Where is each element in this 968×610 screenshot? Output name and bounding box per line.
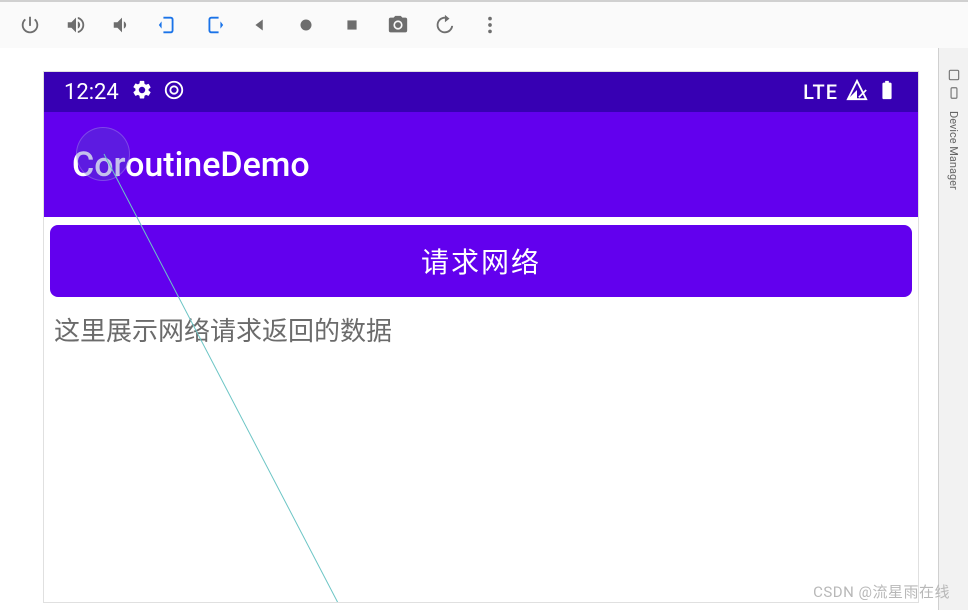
record-icon[interactable] [294, 13, 318, 37]
app-title: CoroutineDemo [72, 145, 310, 185]
device-screen: 12:24 LTE CoroutineDemo 请求网络 这里展示网络请求返回的… [44, 72, 918, 602]
request-network-button[interactable]: 请求网络 [50, 225, 912, 297]
sidebar-tab-device-manager[interactable]: Device Manager [944, 104, 963, 197]
lte-label: LTE [803, 80, 838, 104]
watermark: CSDN @流星雨在线 [813, 581, 950, 602]
circle-q-icon [163, 79, 185, 105]
gear-icon [131, 79, 153, 105]
android-status-bar: 12:24 LTE [44, 72, 918, 112]
action-bar: CoroutineDemo [44, 112, 918, 217]
result-text: 这里展示网络请求返回的数据 [50, 311, 912, 348]
frame-area: 12:24 LTE CoroutineDemo 请求网络 这里展示网络请求返回的… [0, 48, 968, 610]
more-icon[interactable] [478, 13, 502, 37]
rotate-left-icon[interactable] [156, 13, 180, 37]
status-time: 12:24 [64, 80, 119, 105]
sidebar-phone-icon[interactable] [947, 86, 961, 100]
emulator-toolbar [0, 0, 968, 48]
camera-icon[interactable] [386, 13, 410, 37]
screenrecord-icon[interactable] [432, 13, 456, 37]
volume-down-icon[interactable] [110, 13, 134, 37]
volume-up-icon[interactable] [64, 13, 88, 37]
app-content: 请求网络 这里展示网络请求返回的数据 [44, 217, 918, 348]
stop-icon[interactable] [340, 13, 364, 37]
back-icon[interactable] [248, 13, 272, 37]
sidebar-square-icon[interactable] [947, 68, 961, 82]
battery-icon [876, 79, 898, 105]
right-sidebar: Device Manager [938, 48, 968, 610]
signal-icon [846, 79, 868, 105]
request-network-button-label: 请求网络 [421, 241, 541, 281]
power-icon[interactable] [18, 13, 42, 37]
rotate-right-icon[interactable] [202, 13, 226, 37]
